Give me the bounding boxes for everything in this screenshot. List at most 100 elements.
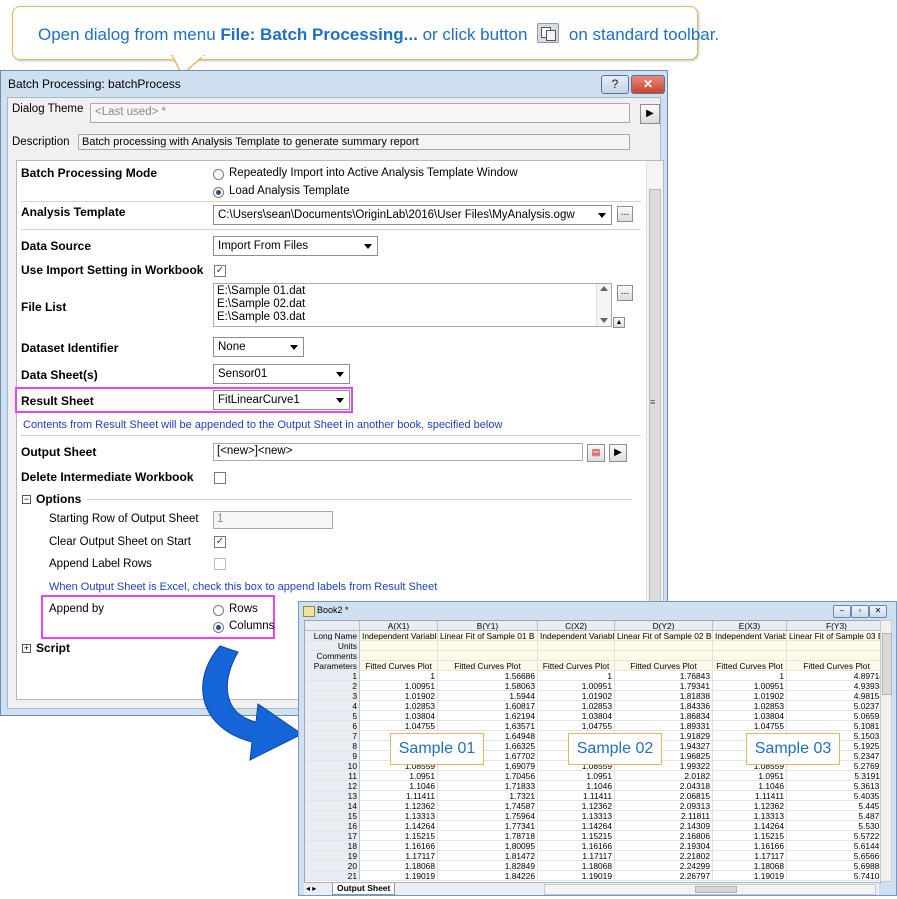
data-cell[interactable]: 1.84226 [438,871,538,881]
sheet-tab-output[interactable]: Output Sheet [332,883,396,895]
row-header[interactable]: 6 [305,721,360,731]
row-header[interactable]: 12 [305,781,360,791]
data-cell[interactable]: 2.11811 [615,811,713,821]
data-cell[interactable]: 1.1046 [713,781,787,791]
data-cell[interactable]: 5.4879 [787,811,880,821]
data-cell[interactable]: 1.15215 [360,831,438,841]
meta-cell[interactable] [615,651,713,661]
row-header[interactable]: 10 [305,761,360,771]
column-header[interactable]: D(Y2) [615,621,713,631]
data-cell[interactable]: 5.31911 [787,771,880,781]
meta-cell[interactable]: Independent Variable [538,631,615,641]
import-setting-checkbox[interactable]: ✓ [214,265,226,277]
data-cell[interactable]: 5.61449 [787,841,880,851]
data-cell[interactable]: 1.18068 [713,861,787,871]
data-cell[interactable]: 4.93934 [787,681,880,691]
script-expand-icon[interactable]: + [22,644,31,653]
data-cell[interactable]: 1.04755 [538,721,615,731]
row-header[interactable]: 7 [305,731,360,741]
browse-template-button[interactable]: ... [617,206,633,222]
data-cell[interactable]: 2.24299 [615,861,713,871]
close-button[interactable]: ✕ [631,75,665,94]
data-cell[interactable]: 1.18068 [538,861,615,871]
row-header[interactable]: 18 [305,841,360,851]
data-cell[interactable]: 1.16166 [360,841,438,851]
data-cell[interactable]: 1.19019 [360,871,438,881]
column-header[interactable]: B(Y1) [438,621,538,631]
column-header[interactable]: E(X3) [713,621,787,631]
expand-list-icon[interactable]: ▲ [613,317,625,328]
data-cell[interactable]: 1.77341 [438,821,538,831]
row-header[interactable]: 20 [305,861,360,871]
data-cell[interactable]: 1.12362 [713,801,787,811]
meta-cell[interactable] [360,641,438,651]
data-cell[interactable]: 1.01902 [360,691,438,701]
row-header[interactable]: 5 [305,711,360,721]
file-list-item[interactable]: E:\Sample 02.dat [217,298,608,311]
grid-vertical-scrollbar[interactable] [880,620,892,882]
data-cell[interactable]: 1.15215 [713,831,787,841]
data-cell[interactable]: 1.11411 [713,791,787,801]
meta-cell[interactable] [615,641,713,651]
select-sheet-icon[interactable]: ▤ [587,444,605,462]
row-header[interactable]: 13 [305,791,360,801]
row-header[interactable]: 3 [305,691,360,701]
meta-cell[interactable]: Linear Fit of Sample 03 B [787,631,880,641]
data-cell[interactable]: 1.02853 [538,701,615,711]
data-sheet-combo[interactable]: Sensor01 [213,364,350,384]
data-cell[interactable]: 1.75964 [438,811,538,821]
data-cell[interactable]: 1.81838 [615,691,713,701]
meta-cell[interactable] [787,651,880,661]
data-cell[interactable]: 5.10813 [787,721,880,731]
data-cell[interactable]: 1.5944 [438,691,538,701]
data-cell[interactable]: 5.57229 [787,831,880,841]
file-list-item[interactable]: E:\Sample 03.dat [217,311,608,324]
data-cell[interactable]: 1.02853 [713,701,787,711]
data-cell[interactable]: 5.40351 [787,791,880,801]
row-header[interactable]: 8 [305,741,360,751]
meta-cell[interactable]: Fitted Curves Plot [787,661,880,671]
meta-cell[interactable]: Fitted Curves Plot [538,661,615,671]
dialog-titlebar[interactable]: Batch Processing: batchProcess ? ✕ [1,71,667,97]
data-cell[interactable]: 1.04755 [360,721,438,731]
theme-menu-button[interactable]: ▶ [640,104,660,124]
data-cell[interactable]: 1.81472 [438,851,538,861]
column-header[interactable]: C(X2) [538,621,615,631]
data-cell[interactable]: 1.12362 [360,801,438,811]
data-cell[interactable]: 1.58063 [438,681,538,691]
data-cell[interactable]: 1.13313 [360,811,438,821]
data-cell[interactable]: 5.02373 [787,701,880,711]
row-header[interactable]: 17 [305,831,360,841]
data-cell[interactable]: 2.14309 [615,821,713,831]
data-source-combo[interactable]: Import From Files [213,236,378,256]
data-cell[interactable]: 1.11411 [538,791,615,801]
data-cell[interactable]: 1.79341 [615,681,713,691]
data-cell[interactable]: 1.00951 [713,681,787,691]
row-header[interactable]: 19 [305,851,360,861]
data-cell[interactable]: 5.69888 [787,861,880,871]
meta-cell[interactable] [438,641,538,651]
row-header[interactable]: 21 [305,871,360,881]
data-cell[interactable]: 1.17117 [713,851,787,861]
data-cell[interactable]: 2.21802 [615,851,713,861]
meta-cell[interactable]: Fitted Curves Plot [438,661,538,671]
data-cell[interactable]: 2.04318 [615,781,713,791]
meta-cell[interactable]: Independent Variable [713,631,787,641]
column-header[interactable]: A(X1) [360,621,438,631]
row-header[interactable]: 2 [305,681,360,691]
data-cell[interactable]: 5.06593 [787,711,880,721]
row-header[interactable]: 4 [305,701,360,711]
data-cell[interactable]: 5.74108 [787,871,880,881]
output-sheet-field[interactable]: [<new>]<new> [213,443,583,461]
meta-cell[interactable]: Independent Variable [360,631,438,641]
meta-cell[interactable] [713,641,787,651]
data-cell[interactable]: 1.86834 [615,711,713,721]
data-cell[interactable]: 1.16166 [713,841,787,851]
clear-output-checkbox[interactable]: ✓ [214,536,226,548]
data-cell[interactable]: 1.71833 [438,781,538,791]
file-list-box[interactable]: E:\Sample 01.dat E:\Sample 02.dat E:\Sam… [213,283,612,327]
meta-cell[interactable] [360,651,438,661]
data-cell[interactable]: 1 [538,671,615,681]
data-cell[interactable]: 1 [713,671,787,681]
data-cell[interactable]: 1.70456 [438,771,538,781]
